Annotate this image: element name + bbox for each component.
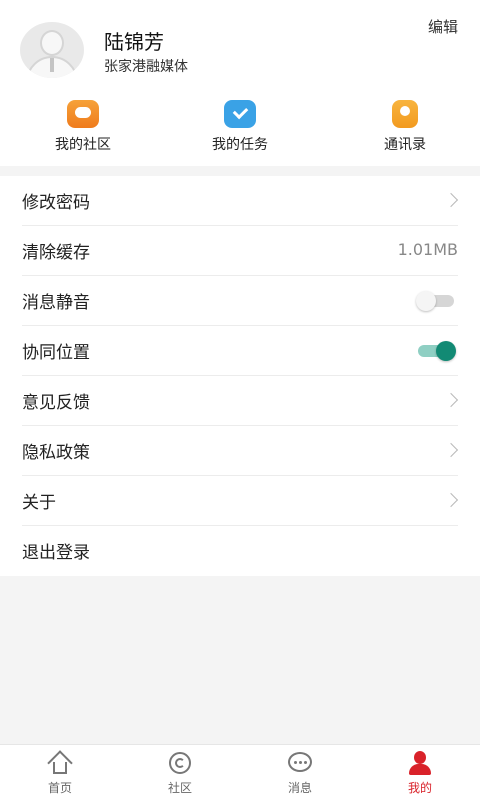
settings-row-label: 关于 (22, 493, 56, 513)
settings-list: 修改密码 清除缓存 1.01MB 消息静音 协同位置 意见反馈 隐私政策 关于 (0, 176, 480, 576)
user-organization: 张家港融媒体 (104, 59, 188, 75)
shortcut-contacts[interactable]: 通讯录 (340, 100, 470, 156)
settings-row-about[interactable]: 关于 (0, 476, 480, 526)
settings-row-logout[interactable]: 退出登录 (0, 526, 480, 576)
settings-row-clear-cache[interactable]: 清除缓存 1.01MB (0, 226, 480, 276)
edit-button[interactable]: 编辑 (428, 16, 458, 37)
nav-item-home[interactable]: 首页 (0, 750, 120, 799)
settings-row-label: 清除缓存 (22, 243, 90, 263)
settings-row-privacy-policy[interactable]: 隐私政策 (0, 426, 480, 476)
avatar[interactable] (20, 22, 84, 78)
community-icon (166, 751, 194, 775)
shortcut-my-community[interactable]: 我的社区 (18, 100, 148, 156)
home-icon (46, 750, 74, 776)
share-location-toggle[interactable] (416, 340, 456, 362)
shortcut-label: 我的任务 (212, 137, 268, 153)
user-name: 陆锦芳 (104, 30, 164, 54)
chevron-right-icon (443, 392, 459, 408)
shortcut-label: 我的社区 (55, 137, 111, 153)
settings-row-label: 隐私政策 (22, 443, 90, 463)
nav-label: 我的 (407, 781, 432, 795)
settings-row-feedback[interactable]: 意见反馈 (0, 376, 480, 426)
settings-row-change-password[interactable]: 修改密码 (0, 176, 480, 226)
nav-label: 首页 (47, 781, 72, 795)
cache-size-value: 1.01MB (397, 240, 458, 259)
nav-label: 社区 (167, 781, 192, 795)
avatar-tie-shape (50, 58, 54, 72)
profile-header: 陆锦芳 张家港融媒体 编辑 我的社区 我的任务 通讯录 (0, 0, 480, 166)
bottom-navigation: 首页 社区 消息 我的 (0, 744, 480, 800)
nav-item-community[interactable]: 社区 (120, 751, 240, 799)
logout-button[interactable]: 退出登录 (22, 538, 90, 563)
settings-row-label: 消息静音 (22, 293, 90, 313)
avatar-head-shape (40, 30, 64, 56)
task-check-icon (224, 100, 256, 128)
settings-row-label: 意见反馈 (22, 393, 90, 413)
shortcut-my-tasks[interactable]: 我的任务 (175, 100, 305, 156)
chevron-right-icon (443, 192, 459, 208)
nav-label: 消息 (287, 781, 312, 795)
chevron-right-icon (443, 442, 459, 458)
mute-messages-toggle[interactable] (416, 290, 456, 312)
community-chat-icon (67, 100, 99, 128)
settings-row-label: 修改密码 (22, 193, 90, 213)
shortcut-label: 通讯录 (384, 137, 426, 153)
settings-row-label: 协同位置 (22, 343, 90, 363)
toggle-knob (436, 341, 456, 361)
chevron-right-icon (443, 492, 459, 508)
contacts-book-icon (392, 100, 418, 128)
nav-item-profile[interactable]: 我的 (360, 751, 480, 799)
profile-icon (406, 751, 434, 775)
message-icon (286, 751, 314, 775)
settings-row-share-location: 协同位置 (0, 326, 480, 376)
nav-item-messages[interactable]: 消息 (240, 751, 360, 799)
settings-row-mute-messages: 消息静音 (0, 276, 480, 326)
toggle-knob (416, 291, 436, 311)
